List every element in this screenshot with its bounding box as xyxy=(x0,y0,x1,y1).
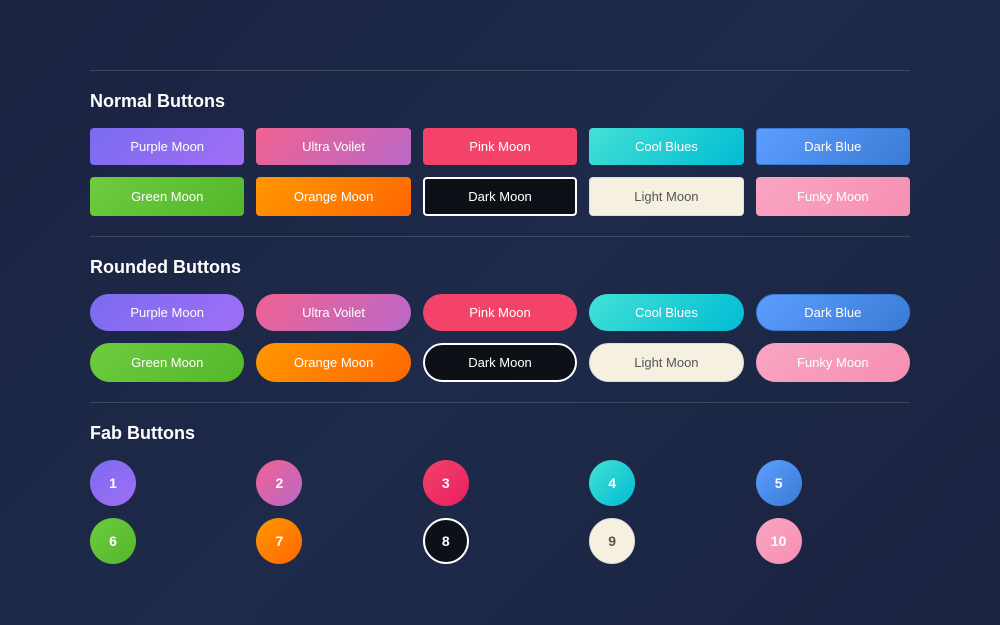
fab-7-item: 7 xyxy=(256,518,410,564)
orange-moon-rounded-btn[interactable]: Orange Moon xyxy=(256,343,410,382)
fab-8-btn[interactable]: 8 xyxy=(423,518,469,564)
fab-6-btn[interactable]: 6 xyxy=(90,518,136,564)
fab-8-item: 8 xyxy=(423,518,577,564)
pink-moon-normal-btn[interactable]: Pink Moon xyxy=(423,128,577,165)
light-moon-rounded-btn[interactable]: Light Moon xyxy=(589,343,743,382)
light-moon-normal-btn[interactable]: Light Moon xyxy=(589,177,743,216)
orange-moon-normal-btn[interactable]: Orange Moon xyxy=(256,177,410,216)
fab-6-item: 6 xyxy=(90,518,244,564)
fab-10-item: 10 xyxy=(756,518,910,564)
fab-2-btn[interactable]: 2 xyxy=(256,460,302,506)
purple-moon-rounded-btn[interactable]: Purple Moon xyxy=(90,294,244,331)
green-moon-rounded-btn[interactable]: Green Moon xyxy=(90,343,244,382)
fab-9-btn[interactable]: 9 xyxy=(589,518,635,564)
green-moon-normal-btn[interactable]: Green Moon xyxy=(90,177,244,216)
normal-buttons-title: Normal Buttons xyxy=(90,91,910,112)
fab-1-item: 1 xyxy=(90,460,244,506)
fab-5-btn[interactable]: 5 xyxy=(756,460,802,506)
rounded-buttons-row1: Purple Moon Ultra Voilet Pink Moon Cool … xyxy=(90,294,910,331)
fab-3-item: 3 xyxy=(423,460,577,506)
fab-4-item: 4 xyxy=(589,460,743,506)
bottom-divider xyxy=(90,402,910,403)
pink-moon-rounded-btn[interactable]: Pink Moon xyxy=(423,294,577,331)
funky-moon-rounded-btn[interactable]: Funky Moon xyxy=(756,343,910,382)
fab-7-btn[interactable]: 7 xyxy=(256,518,302,564)
normal-buttons-row1: Purple Moon Ultra Voilet Pink Moon Cool … xyxy=(90,128,910,165)
dark-moon-rounded-btn[interactable]: Dark Moon xyxy=(423,343,577,382)
fab-2-item: 2 xyxy=(256,460,410,506)
ultra-violet-normal-btn[interactable]: Ultra Voilet xyxy=(256,128,410,165)
funky-moon-normal-btn[interactable]: Funky Moon xyxy=(756,177,910,216)
purple-moon-normal-btn[interactable]: Purple Moon xyxy=(90,128,244,165)
rounded-buttons-row2: Green Moon Orange Moon Dark Moon Light M… xyxy=(90,343,910,382)
dark-blue-rounded-btn[interactable]: Dark Blue xyxy=(756,294,910,331)
fab-5-item: 5 xyxy=(756,460,910,506)
fab-buttons-row1: 1 2 3 4 5 xyxy=(90,460,910,506)
top-divider xyxy=(90,70,910,71)
fab-buttons-section: Fab Buttons 1 2 3 4 5 6 7 xyxy=(90,423,910,564)
normal-buttons-row2: Green Moon Orange Moon Dark Moon Light M… xyxy=(90,177,910,216)
fab-1-btn[interactable]: 1 xyxy=(90,460,136,506)
rounded-buttons-title: Rounded Buttons xyxy=(90,257,910,278)
fab-buttons-title: Fab Buttons xyxy=(90,423,910,444)
fab-9-item: 9 xyxy=(589,518,743,564)
cool-blues-rounded-btn[interactable]: Cool Blues xyxy=(589,294,743,331)
cool-blues-normal-btn[interactable]: Cool Blues xyxy=(589,128,743,165)
fab-buttons-row2: 6 7 8 9 10 xyxy=(90,518,910,564)
ultra-violet-rounded-btn[interactable]: Ultra Voilet xyxy=(256,294,410,331)
mid-divider xyxy=(90,236,910,237)
dark-blue-normal-btn[interactable]: Dark Blue xyxy=(756,128,910,165)
fab-4-btn[interactable]: 4 xyxy=(589,460,635,506)
main-container: Normal Buttons Purple Moon Ultra Voilet … xyxy=(70,20,930,606)
fab-3-btn[interactable]: 3 xyxy=(423,460,469,506)
dark-moon-normal-btn[interactable]: Dark Moon xyxy=(423,177,577,216)
fab-10-btn[interactable]: 10 xyxy=(756,518,802,564)
rounded-buttons-section: Rounded Buttons Purple Moon Ultra Voilet… xyxy=(90,257,910,382)
normal-buttons-section: Normal Buttons Purple Moon Ultra Voilet … xyxy=(90,91,910,216)
